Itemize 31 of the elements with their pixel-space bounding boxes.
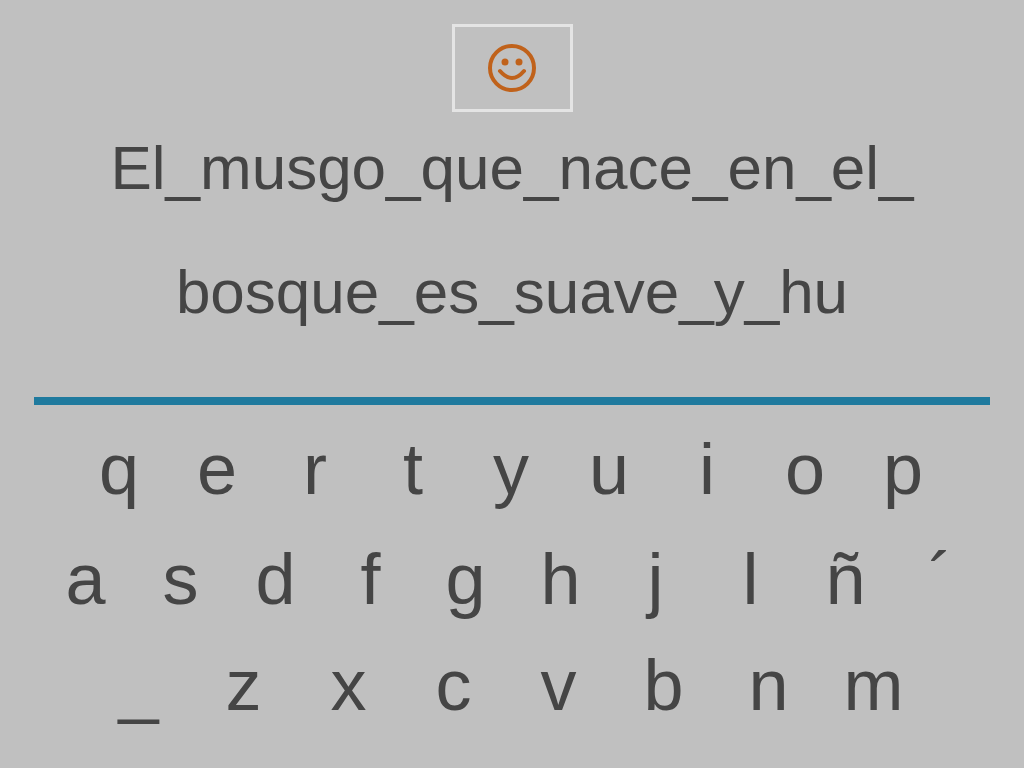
hint-button[interactable] [451,24,573,112]
letter-key[interactable]: d [228,533,323,625]
letter-key[interactable]: y [462,423,560,515]
letter-key[interactable]: p [854,423,952,515]
letter-key[interactable]: r [266,423,364,515]
letter-key[interactable]: a [38,533,133,625]
letter-key[interactable]: l [703,533,798,625]
letter-key[interactable]: z [191,639,296,731]
letter-key[interactable]: e [168,423,266,515]
letter-key[interactable]: ñ [798,533,893,625]
letter-key[interactable]: o [756,423,854,515]
letter-key[interactable]: v [506,639,611,731]
letter-key[interactable]: c [401,639,506,731]
letter-key[interactable]: _ [86,639,191,731]
letter-key[interactable]: f [323,533,418,625]
letter-key[interactable]: x [296,639,401,731]
letter-key[interactable]: q [70,423,168,515]
letter-key[interactable]: i [658,423,756,515]
letter-key[interactable]: m [821,639,926,731]
letter-key[interactable]: j [608,533,703,625]
smiley-icon [487,43,537,93]
letter-key[interactable]: b [611,639,716,731]
letter-key[interactable]: t [364,423,462,515]
letter-key[interactable]: n [716,639,821,731]
letter-key[interactable]: ´ [893,533,988,625]
sentence-line: bosque_es_suave_y_hu [175,256,849,328]
sentence-line: El_musgo_que_nace_en_el_ [110,132,914,204]
letter-key[interactable]: u [560,423,658,515]
letter-key[interactable]: s [133,533,228,625]
letter-key[interactable]: g [418,533,513,625]
letter-key[interactable]: h [513,533,608,625]
